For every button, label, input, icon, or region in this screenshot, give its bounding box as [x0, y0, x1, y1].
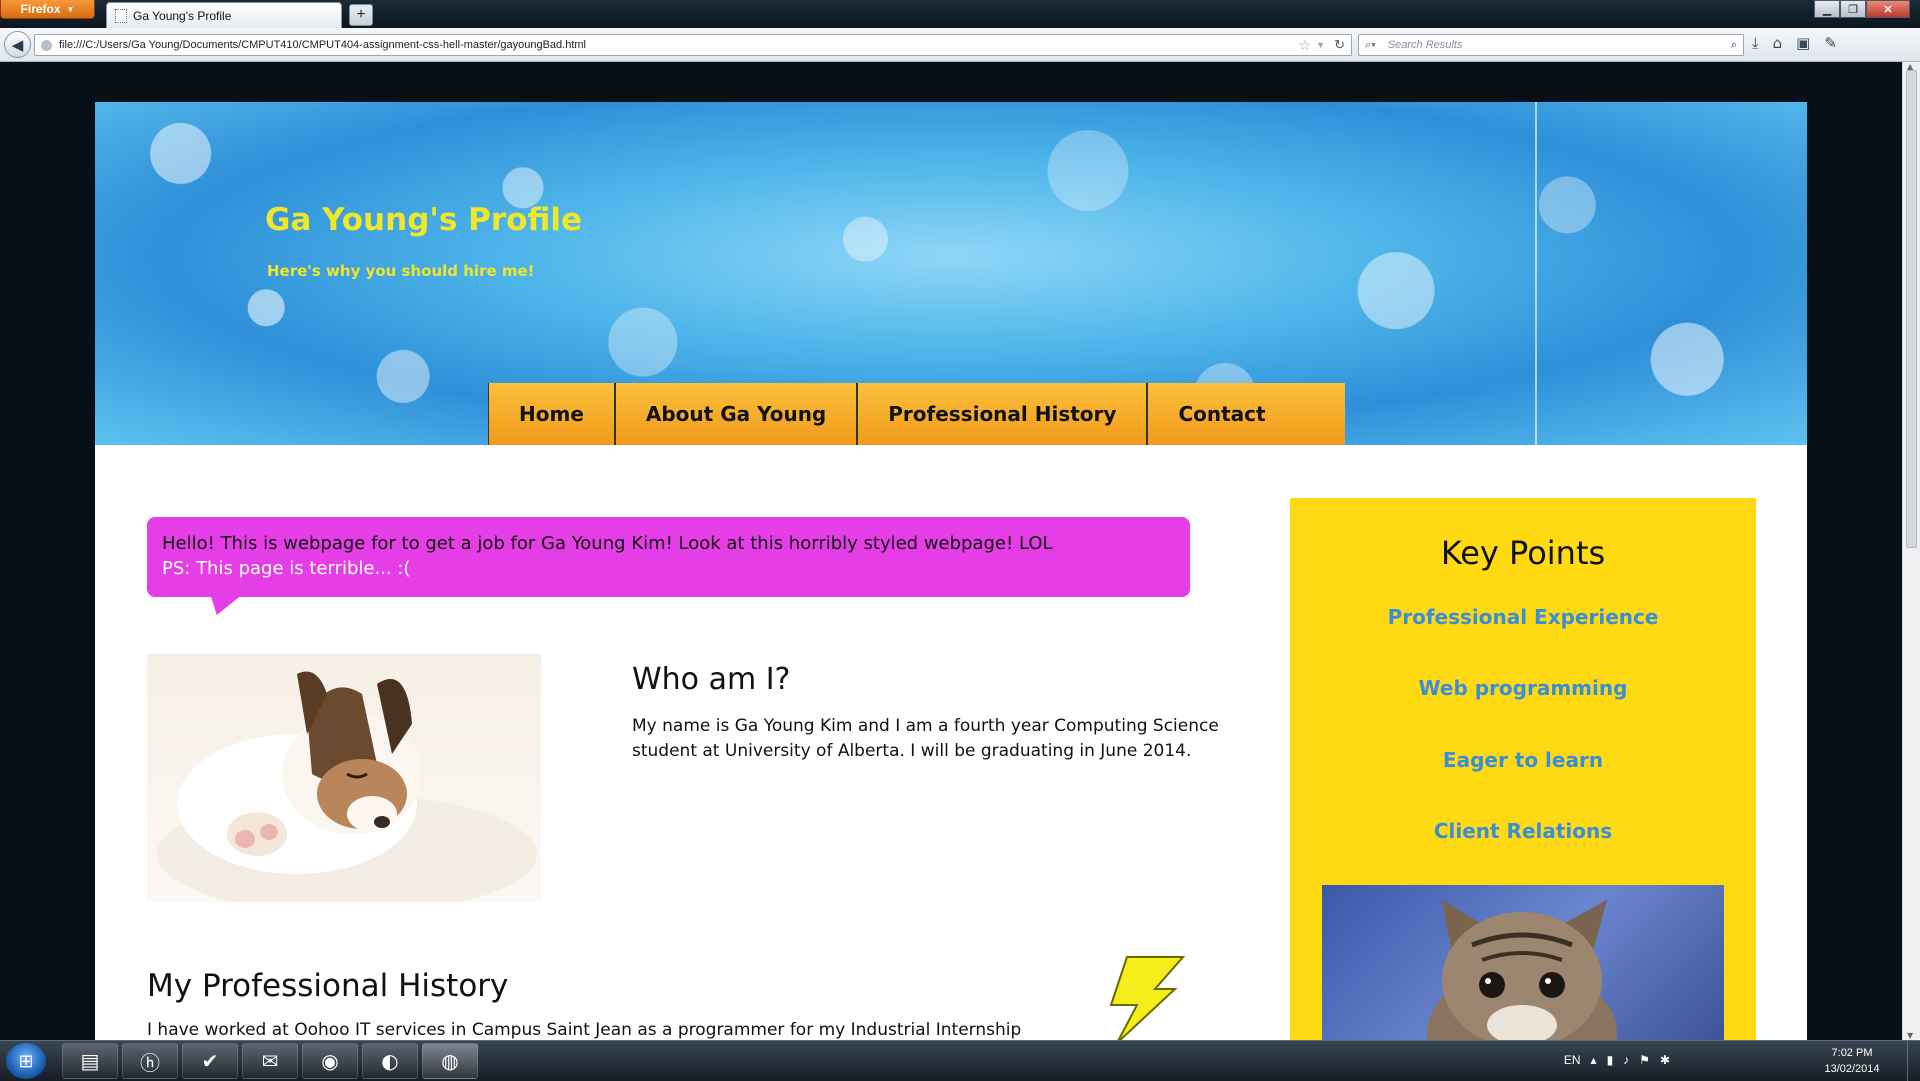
nav-home[interactable]: Home [489, 383, 616, 445]
maximize-icon[interactable]: ❐ [1840, 0, 1866, 18]
system-tray: EN ▴ ▮ ♪ ⚑ ✱ [1564, 1053, 1670, 1067]
reload-icon[interactable]: ↻ [1334, 37, 1345, 53]
language-indicator[interactable]: EN [1564, 1053, 1581, 1067]
history-text: I have worked at Oohoo IT services in Ca… [147, 1020, 1022, 1040]
search-engine-icon[interactable]: ⌕▾ [1365, 39, 1376, 52]
download-icon[interactable]: ⤓ [1752, 34, 1759, 52]
search-icon[interactable]: ⌕ [1731, 39, 1737, 52]
scroll-down-icon[interactable]: ▼ [1907, 1031, 1913, 1040]
bookmark-star-icon[interactable]: ☆ [1298, 37, 1311, 54]
scrollbar-thumb[interactable] [1906, 70, 1917, 548]
eclipse-icon[interactable]: ◐ [362, 1043, 418, 1079]
volume-icon[interactable]: ♪ [1623, 1053, 1629, 1067]
toolbar-icons: ⤓ ⌂ ▣ ✎ [1752, 34, 1837, 52]
tab-title: Ga Young's Profile [133, 8, 232, 23]
kitten-image [1322, 885, 1724, 1040]
search-placeholder: Search Results [1387, 39, 1463, 51]
page-icon [115, 8, 127, 23]
start-button[interactable]: ⊞ [6, 1043, 46, 1079]
url-bar[interactable]: file:///C:/Users/Ga Young/Documents/CMPU… [34, 34, 1352, 56]
lightning-bolt-icon [1109, 956, 1186, 1040]
history-dropdown-icon[interactable]: ▼ [1316, 40, 1325, 50]
key-point-professional-experience: Professional Experience [1387, 605, 1659, 629]
firefox-menu-label: Firefox [20, 2, 61, 16]
browser-navbar: ◀ file:///C:/Users/Ga Young/Documents/CM… [0, 28, 1920, 62]
new-tab-button[interactable]: + [349, 4, 373, 26]
sidebar-heading: Key Points [1440, 534, 1606, 572]
site-subtitle: Here's why you should hire me! [267, 262, 535, 280]
close-icon[interactable]: ✕ [1866, 0, 1910, 18]
clock-time: 7:02 PM [1831, 1047, 1873, 1059]
site-title: Ga Young's Profile [265, 202, 583, 238]
tools-icon[interactable]: ✎ [1824, 34, 1837, 52]
action-center-icon[interactable]: ⚑ [1639, 1053, 1650, 1067]
window-controls: ▁ ❐ ✕ [1814, 0, 1910, 18]
url-text: file:///C:/Users/Ga Young/Documents/CMPU… [59, 39, 586, 51]
tasks-icon[interactable]: ✔ [182, 1043, 238, 1079]
search-input[interactable]: ⌕▾ Search Results ⌕ [1358, 34, 1744, 56]
nav-contact[interactable]: Contact [1148, 383, 1295, 445]
taskbar: ⊞ ▤ ⓗ ✔ ✉ ◉ ◐ ◍ EN ▴ ▮ ♪ ⚑ ✱ 7:02 PM 13/… [0, 1040, 1920, 1081]
key-points-sidebar: Key Points Professional Experience Web p… [1290, 498, 1756, 1040]
home-icon[interactable]: ⌂ [1773, 34, 1783, 52]
hp-icon[interactable]: ⓗ [122, 1043, 178, 1079]
key-point-client-relations: Client Relations [1433, 819, 1613, 843]
web-page: Ga Young's Profile Here's why you should… [95, 102, 1807, 1040]
notes-icon[interactable]: ✉ [242, 1043, 298, 1079]
history-heading: My Professional History [147, 968, 509, 1004]
back-icon[interactable]: ◀ [4, 31, 31, 58]
minimize-icon[interactable]: ▁ [1814, 0, 1840, 18]
bubble-line-1: Hello! This is webpage for to get a job … [162, 533, 1053, 554]
chrome-icon[interactable]: ◉ [302, 1043, 358, 1079]
key-point-web-programming: Web programming [1418, 676, 1628, 700]
key-point-eager-to-learn: Eager to learn [1442, 748, 1604, 772]
site-identity-icon[interactable] [41, 39, 52, 51]
chevron-down-icon: ▼ [66, 4, 75, 14]
main-nav: Home About Ga Young Professional History… [488, 383, 1345, 445]
about-text: My name is Ga Young Kim and I am a fourt… [632, 716, 1219, 761]
clock-date: 13/02/2014 [1824, 1063, 1880, 1075]
folder-icon[interactable]: ▤ [62, 1043, 118, 1079]
nav-about[interactable]: About Ga Young [616, 383, 859, 445]
speech-bubble: Hello! This is webpage for to get a job … [147, 517, 1190, 615]
tray-expand-icon[interactable]: ▴ [1591, 1053, 1597, 1067]
addon-bar-icon[interactable]: ▣ [1796, 34, 1810, 52]
network-icon[interactable]: ▮ [1607, 1053, 1614, 1067]
nav-professional-history[interactable]: Professional History [858, 383, 1149, 445]
clock[interactable]: 7:02 PM 13/02/2014 [1812, 1045, 1892, 1077]
bubble-tail [202, 597, 240, 615]
show-desktop-button[interactable] [1907, 1041, 1920, 1081]
sync-icon[interactable]: ✱ [1660, 1053, 1670, 1067]
firefox-icon[interactable]: ◍ [422, 1043, 478, 1079]
banner-seam [1535, 102, 1537, 445]
puppy-image [147, 654, 541, 902]
firefox-menu-button[interactable]: Firefox ▼ [0, 0, 95, 19]
about-heading: Who am I? [632, 662, 791, 697]
browser-titlebar: Firefox ▼ Ga Young's Profile + ▁ ❐ ✕ [0, 0, 1920, 28]
bubble-line-2: PS: This page is terrible... :( [162, 558, 411, 579]
browser-tab[interactable]: Ga Young's Profile [106, 2, 342, 28]
header-banner: Ga Young's Profile Here's why you should… [95, 102, 1807, 445]
page-scrollbar[interactable]: ▲ ▼ [1902, 62, 1920, 1040]
